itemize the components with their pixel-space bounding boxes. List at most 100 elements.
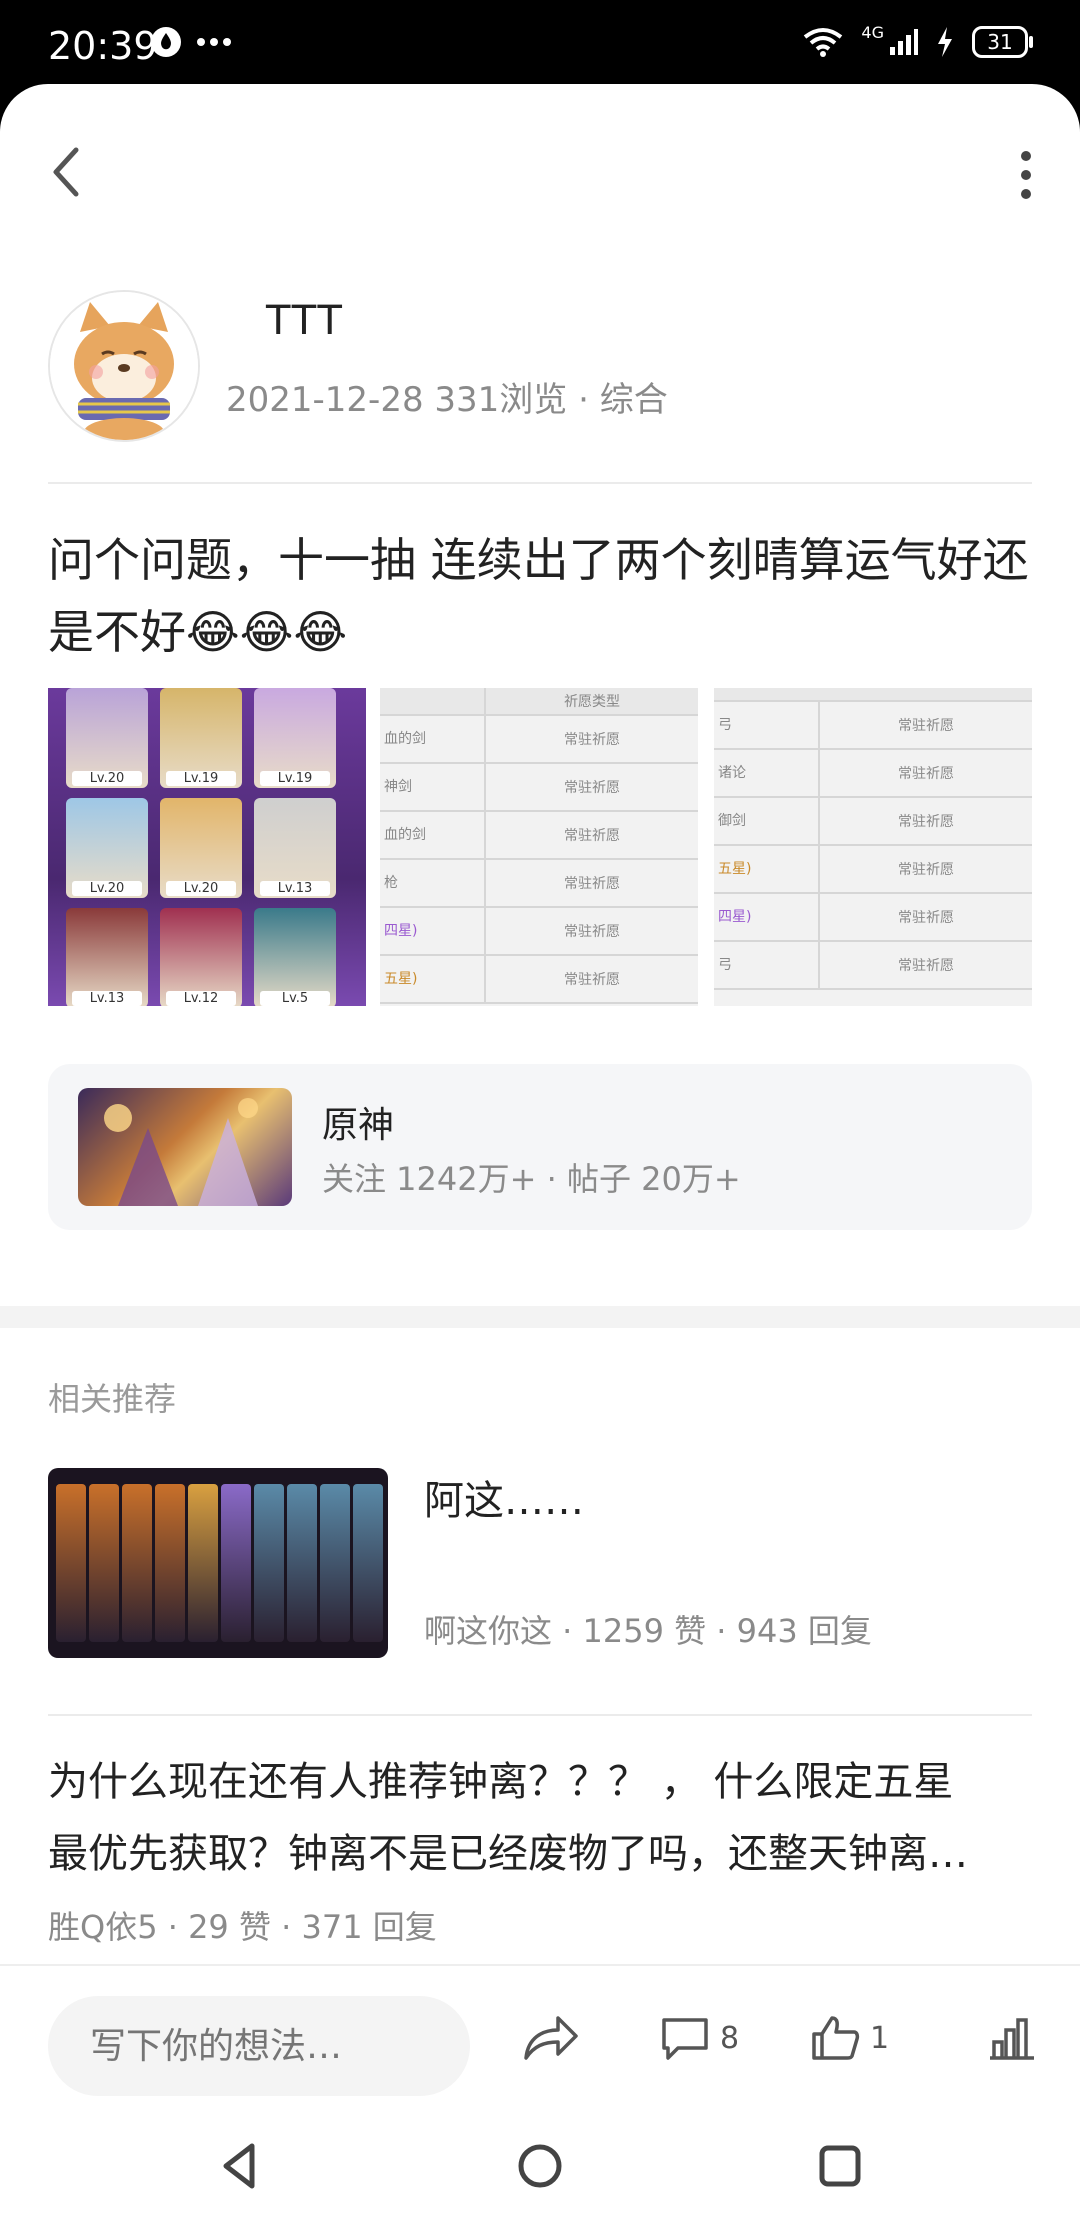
author-avatar[interactable] (48, 290, 200, 442)
table-cell-type: 常驻祈愿 (564, 828, 620, 844)
related-post-image[interactable] (48, 1468, 388, 1658)
wish-result-card (320, 1484, 350, 1642)
related-post-title[interactable]: 为什么现在还有人推荐钟离？？？ ， 什么限定五星 最优先获取？钟离不是已经废物了… (48, 1746, 1038, 1890)
table-cell-type: 常驻祈愿 (564, 732, 620, 748)
wish-result-card (89, 1484, 119, 1642)
wish-result-card (56, 1484, 86, 1642)
table-header-label: 祈愿类型 (564, 694, 620, 710)
status-bar: 20:39 4G 31 (0, 0, 1080, 84)
table-row: 御剑 常驻祈愿 (714, 798, 1032, 846)
author-name[interactable]: TTT (266, 298, 344, 344)
related-post-title-line2: 最优先获取？钟离不是已经废物了吗，还整天钟离… (48, 1831, 968, 1877)
character-card: Lv.13 (254, 798, 336, 898)
comment-icon (662, 2018, 708, 2060)
post-detail-page: TTT 2021-12-28 331浏览 · 综合 问个问题，十一抽 连续出了两… (0, 84, 1080, 2220)
wish-result-card (188, 1484, 218, 1642)
character-card: Lv.19 (160, 688, 242, 788)
table-cell-type: 常驻祈愿 (898, 862, 954, 878)
character-level: Lv.12 (166, 991, 236, 1006)
character-level: Lv.20 (166, 881, 236, 896)
table-cell-type: 常驻祈愿 (564, 924, 620, 940)
character-level: Lv.13 (72, 991, 142, 1006)
stats-button[interactable] (986, 2014, 1038, 2062)
top-bar (0, 84, 1080, 244)
battery-icon: 31 (972, 26, 1033, 58)
table-cell-type: 常驻祈愿 (564, 780, 620, 796)
table-cell-item: 五星) (714, 846, 820, 892)
more-options-icon[interactable] (1014, 150, 1038, 200)
character-level: Lv.20 (72, 881, 142, 896)
app-notification-icon (151, 27, 181, 57)
shiba-avatar-icon (50, 292, 198, 440)
post-meta: 2021-12-28 331浏览 · 综合 (226, 380, 668, 420)
wifi-icon (804, 28, 843, 57)
table-row: 诸论 常驻祈愿 (714, 750, 1032, 798)
table-cell-type: 常驻祈愿 (898, 766, 954, 782)
share-icon (524, 2016, 578, 2060)
wish-result-card (353, 1484, 383, 1642)
character-level: Lv.13 (260, 881, 330, 896)
table-cell-item: 诸论 (714, 750, 820, 796)
share-button[interactable] (522, 2014, 580, 2062)
game-stats: 关注 1242万+ · 帖子 20万+ (322, 1160, 741, 1198)
back-arrow-icon[interactable] (44, 142, 92, 202)
character-level: Lv.19 (166, 771, 236, 786)
nav-recents-icon[interactable] (812, 2138, 868, 2194)
nav-back-icon[interactable] (212, 2138, 268, 2194)
table-row: 血的剑 常驻祈愿 (380, 716, 698, 764)
status-right-icons: 4G 31 (803, 22, 1033, 58)
wish-table: 弓常驻祈愿 诸论 常驻祈愿 御剑 常驻祈愿 五星) 常驻祈愿 四星) 常驻祈愿弓常驻祈愿 (714, 688, 1032, 990)
table-cell-type: 常驻祈愿 (564, 972, 620, 988)
section-separator (0, 1306, 1080, 1328)
character-card: Lv.20 (66, 688, 148, 788)
table-row: 弓 常驻祈愿 (714, 942, 1032, 990)
related-post-title[interactable]: 阿这…… (424, 1468, 584, 1526)
character-level: Lv.20 (72, 771, 142, 786)
character-card: Lv.20 (66, 798, 148, 898)
table-cell-item: 弓 (714, 702, 820, 748)
character-card: Lv.20 (160, 798, 242, 898)
divider (48, 1714, 1032, 1716)
table-cell-item: 弓 (714, 942, 820, 988)
table-cell-item: 血的剑 (380, 716, 486, 762)
like-count: 1 (870, 2020, 890, 2056)
post-image-characters[interactable]: Lv.20 Lv.19 Lv.19 Lv.20 Lv.20 Lv.13 Lv.13 Lv.12… (48, 688, 366, 1006)
battery-level: 31 (987, 30, 1013, 54)
phone-screen: 20:39 4G 31 TTT 2021-12-28 331浏览 · 综合 问个… (0, 0, 1080, 2220)
system-navigation-bar (0, 2116, 1080, 2220)
post-image-wish-history-2[interactable]: 弓常驻祈愿 诸论 常驻祈愿 御剑 常驻祈愿 五星) 常驻祈愿 四星) 常驻祈愿弓常驻祈愿 (714, 688, 1032, 1006)
table-row: 枪 常驻祈愿 (380, 860, 698, 908)
charging-icon (938, 27, 952, 57)
table-cell-item: 枪 (380, 860, 486, 906)
table-row: 五星) 常驻祈愿 (714, 846, 1032, 894)
comment-input[interactable] (48, 1996, 470, 2096)
table-cell-type: 常驻祈愿 (898, 814, 954, 830)
table-row: 四星) 常驻祈愿 (714, 894, 1032, 942)
table-header: 祈愿类型 (380, 688, 698, 716)
signal-icon (890, 29, 918, 55)
like-button[interactable]: 1 (810, 2014, 889, 2062)
related-post-title-line1: 为什么现在还有人推荐钟离？？？ ， 什么限定五星 (48, 1759, 954, 1805)
character-card: Lv.5 (254, 908, 336, 1006)
wish-result-card (254, 1484, 284, 1642)
network-type-label: 4G (861, 22, 884, 42)
table-row: 神剑 常驻祈愿 (380, 764, 698, 812)
wish-table: 祈愿类型 血的剑 常驻祈愿 神剑 常驻祈愿 血的剑 常驻祈愿枪常驻祈愿 四星) 常驻祈愿 五星)… (380, 688, 698, 1004)
game-name: 原神 (322, 1105, 395, 1146)
post-image-wish-history-1[interactable]: 祈愿类型 血的剑 常驻祈愿 神剑 常驻祈愿 血的剑 常驻祈愿枪常驻祈愿 四星) 常驻祈愿 五星)… (380, 688, 698, 1006)
table-cell-type: 常驻祈愿 (898, 958, 954, 974)
bottom-action-bar: 8 1 (0, 1964, 1080, 2220)
table-cell-type: 常驻祈愿 (898, 718, 954, 734)
game-forum-card[interactable]: 原神 关注 1242万+ · 帖子 20万+ (48, 1064, 1032, 1230)
table-cell-item: 御剑 (714, 798, 820, 844)
table-cell-item: 血的剑 (380, 812, 486, 858)
wish-result-card (155, 1484, 185, 1642)
table-cell-item: 四星) (714, 894, 820, 940)
table-row: 弓 常驻祈愿 (714, 702, 1032, 750)
comment-count: 8 (720, 2020, 740, 2056)
character-level: Lv.19 (260, 771, 330, 786)
comment-button[interactable]: 8 (660, 2014, 739, 2062)
nav-home-icon[interactable] (512, 2138, 568, 2194)
related-post-meta: 啊这你这 · 1259 赞 · 943 回复 (424, 1612, 872, 1650)
table-cell-item: 神剑 (380, 764, 486, 810)
